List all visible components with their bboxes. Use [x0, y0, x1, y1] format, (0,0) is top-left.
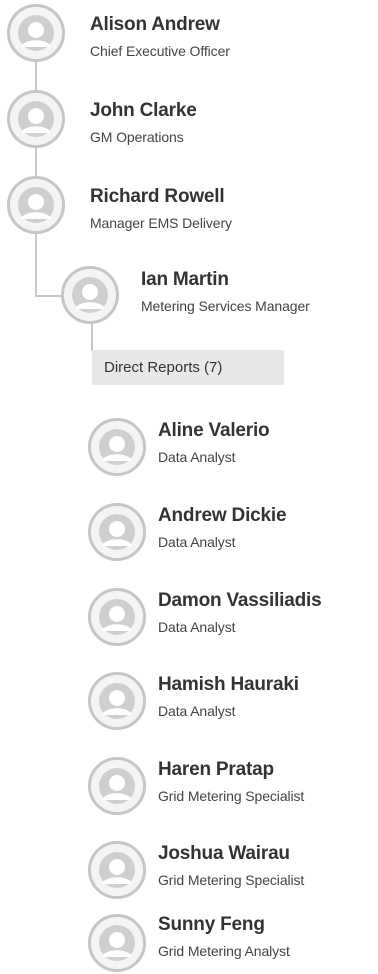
manager-card[interactable]: Richard Rowell Manager EMS Delivery — [7, 176, 307, 234]
manager-name: Richard Rowell — [90, 186, 225, 207]
manager-name: John Clarke — [90, 100, 197, 121]
connector-line — [91, 323, 93, 351]
report-title: Grid Metering Analyst — [158, 943, 290, 959]
current-person-card[interactable]: Ian Martin Metering Services Manager — [61, 266, 378, 324]
person-placeholder-icon — [88, 503, 146, 561]
report-name: Andrew Dickie — [158, 505, 287, 526]
person-placeholder-icon — [7, 4, 65, 62]
report-name: Haren Pratap — [158, 759, 274, 780]
person-placeholder-icon — [88, 588, 146, 646]
report-title: Grid Metering Specialist — [158, 872, 305, 888]
manager-title: Chief Executive Officer — [90, 43, 230, 59]
direct-report-item[interactable]: Damon Vassiliadis Data Analyst — [88, 588, 378, 646]
person-placeholder-icon — [88, 757, 146, 815]
connector-line — [35, 60, 37, 90]
report-title: Grid Metering Specialist — [158, 788, 305, 804]
person-placeholder-icon — [88, 841, 146, 899]
connector-line — [35, 295, 61, 297]
direct-report-item[interactable]: Sunny Feng Grid Metering Analyst — [88, 914, 378, 972]
person-placeholder-icon — [88, 914, 146, 972]
direct-report-item[interactable]: Haren Pratap Grid Metering Specialist — [88, 757, 378, 815]
current-person-title: Metering Services Manager — [141, 298, 310, 314]
report-name: Joshua Wairau — [158, 843, 290, 864]
direct-report-item[interactable]: Andrew Dickie Data Analyst — [88, 503, 378, 561]
report-title: Data Analyst — [158, 534, 236, 550]
manager-title: Manager EMS Delivery — [90, 215, 232, 231]
connector-line — [35, 146, 37, 176]
manager-card[interactable]: John Clarke GM Operations — [7, 90, 307, 148]
person-placeholder-icon — [7, 90, 65, 148]
direct-report-item[interactable]: Joshua Wairau Grid Metering Specialist — [88, 841, 378, 899]
report-name: Damon Vassiliadis — [158, 590, 322, 611]
person-placeholder-icon — [88, 418, 146, 476]
report-title: Data Analyst — [158, 619, 236, 635]
person-placeholder-icon — [61, 266, 119, 324]
manager-title: GM Operations — [90, 129, 184, 145]
report-name: Hamish Hauraki — [158, 674, 299, 695]
report-title: Data Analyst — [158, 703, 236, 719]
direct-report-item[interactable]: Hamish Hauraki Data Analyst — [88, 672, 378, 730]
report-name: Sunny Feng — [158, 914, 265, 935]
person-placeholder-icon — [88, 672, 146, 730]
manager-name: Alison Andrew — [90, 14, 220, 35]
direct-reports-header[interactable]: Direct Reports (7) — [92, 350, 284, 385]
manager-card[interactable]: Alison Andrew Chief Executive Officer — [7, 4, 307, 62]
report-name: Aline Valerio — [158, 420, 270, 441]
current-person-name: Ian Martin — [141, 269, 229, 290]
connector-line — [35, 232, 37, 296]
direct-report-item[interactable]: Aline Valerio Data Analyst — [88, 418, 378, 476]
person-placeholder-icon — [7, 176, 65, 234]
report-title: Data Analyst — [158, 449, 236, 465]
